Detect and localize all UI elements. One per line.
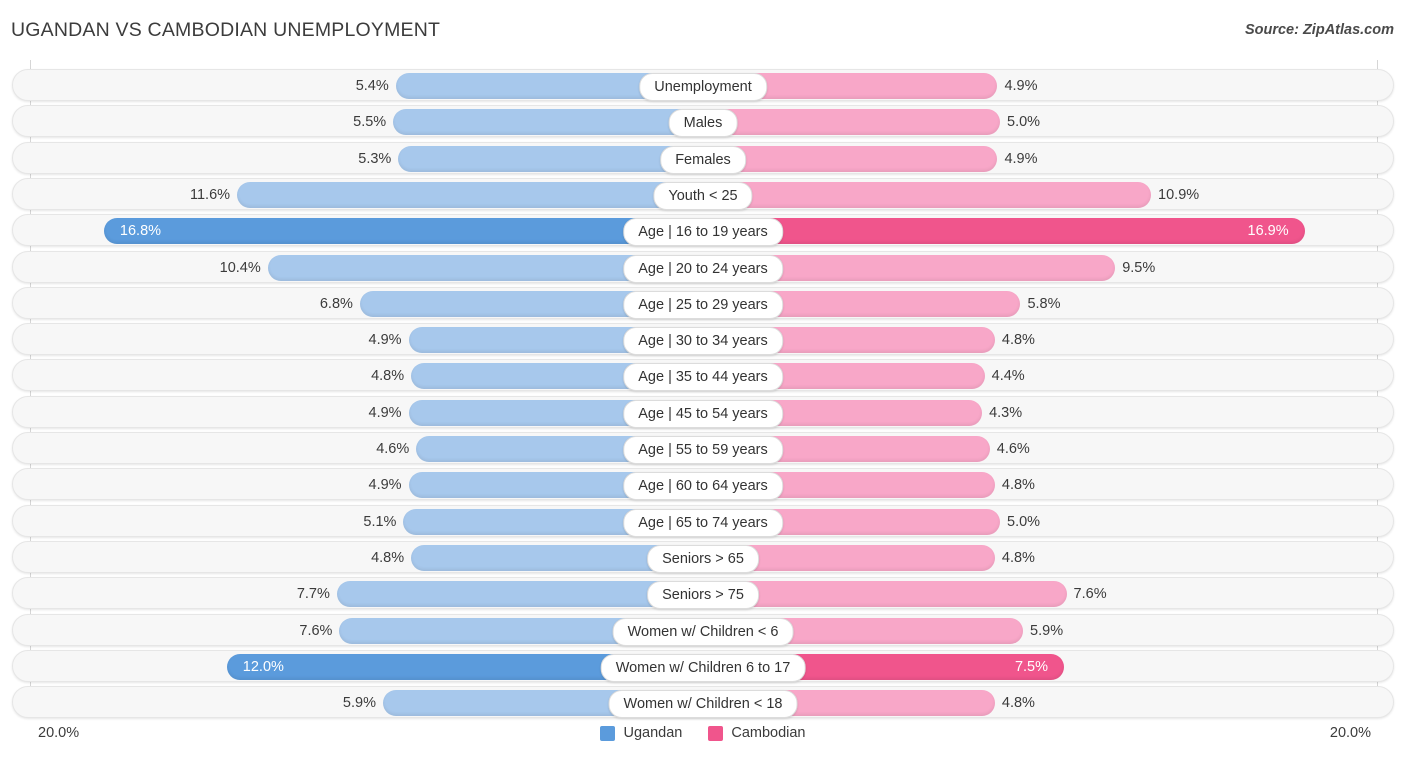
- chart-row: 4.9% 4.3% Age | 45 to 54 years: [12, 395, 1394, 428]
- category-label: Age | 16 to 19 years: [623, 218, 783, 247]
- chart-row: 4.8% 4.8% Seniors > 65: [12, 540, 1394, 573]
- category-label: Females: [660, 145, 746, 174]
- value-label-cambodian: 9.5%: [1122, 259, 1156, 276]
- legend-label: Cambodian: [731, 725, 806, 741]
- category-label: Age | 35 to 44 years: [623, 363, 783, 392]
- source-attribution: Source: ZipAtlas.com: [1244, 22, 1394, 38]
- bar-ugandan: [237, 181, 702, 208]
- chart-plot-area: 5.4% 4.9% Unemployment 5.5% 5.0% Males 5.3% 4.9…: [0, 60, 1406, 719]
- category-label: Age | 55 to 59 years: [623, 436, 783, 464]
- value-label-cambodian: 5.0%: [1007, 114, 1041, 131]
- bar-cambodian: [704, 145, 998, 172]
- chart-row: 4.9% 4.8% Age | 60 to 64 years: [12, 468, 1394, 501]
- value-label-cambodian: 4.8%: [1001, 332, 1035, 349]
- value-label-ugandan: 4.8%: [371, 368, 405, 385]
- chart-row: 5.3% 4.9% Females: [12, 141, 1394, 174]
- value-label-ugandan: 4.9%: [368, 332, 402, 349]
- category-label: Age | 25 to 29 years: [623, 290, 783, 319]
- category-label: Unemployment: [639, 73, 767, 101]
- legend-item-ugandan[interactable]: Ugandan: [600, 725, 682, 741]
- value-label-ugandan: 4.9%: [368, 404, 402, 421]
- chart-row: 5.4% 4.9% Unemployment: [12, 69, 1394, 101]
- legend-swatch-icon: [600, 725, 616, 741]
- chart-footer: 20.0% 20.0% Ugandan Cambodian: [0, 715, 1406, 757]
- chart-row: 16.8% 16.9% Age | 16 to 19 years: [12, 214, 1394, 247]
- chart-row: 5.5% 5.0% Males: [12, 105, 1394, 138]
- chart-row: 5.9% 4.8% Women w/ Children < 18: [12, 686, 1394, 719]
- value-label-ugandan: 4.8%: [371, 549, 405, 566]
- category-label: Seniors > 65: [647, 544, 759, 573]
- chart-row: 5.1% 5.0% Age | 65 to 74 years: [12, 504, 1394, 537]
- value-label-ugandan: 16.8%: [119, 223, 162, 240]
- value-label-ugandan: 7.7%: [296, 586, 330, 603]
- category-label: Age | 20 to 24 years: [623, 254, 783, 283]
- value-label-cambodian: 5.0%: [1007, 513, 1041, 530]
- chart-row: 12.0% 7.5% Women w/ Children 6 to 17: [12, 649, 1394, 682]
- value-label-cambodian: 16.9%: [1247, 223, 1289, 240]
- value-label-cambodian: 4.8%: [1001, 549, 1035, 566]
- value-label-cambodian: 7.5%: [1014, 658, 1048, 675]
- bar-ugandan: [103, 218, 702, 245]
- value-label-ugandan: 7.6%: [299, 622, 333, 639]
- category-label: Age | 45 to 54 years: [623, 399, 783, 428]
- value-label-cambodian: 5.9%: [1030, 622, 1064, 639]
- chart-row: 11.6% 10.9% Youth < 25: [12, 177, 1394, 210]
- value-label-ugandan: 5.5%: [353, 114, 387, 131]
- category-label: Age | 30 to 34 years: [623, 327, 783, 356]
- value-label-cambodian: 4.9%: [1004, 78, 1038, 94]
- value-label-ugandan: 5.3%: [358, 150, 392, 167]
- category-label: Seniors > 75: [647, 581, 759, 610]
- chart-row: 6.8% 5.8% Age | 25 to 29 years: [12, 286, 1394, 319]
- chart-row: 4.6% 4.6% Age | 55 to 59 years: [12, 432, 1394, 464]
- value-label-ugandan: 4.9%: [368, 477, 402, 494]
- value-label-ugandan: 5.4%: [355, 78, 389, 94]
- value-label-cambodian: 10.9%: [1158, 186, 1200, 203]
- value-label-ugandan: 4.6%: [376, 441, 410, 457]
- bar-cambodian: [704, 109, 1000, 136]
- value-label-cambodian: 5.8%: [1027, 295, 1061, 312]
- value-label-ugandan: 6.8%: [319, 295, 353, 312]
- chart-row: 4.9% 4.8% Age | 30 to 34 years: [12, 323, 1394, 356]
- value-label-cambodian: 7.6%: [1073, 586, 1107, 603]
- value-label-cambodian: 4.3%: [989, 404, 1023, 421]
- bar-cambodian: [704, 218, 1305, 245]
- value-label-ugandan: 11.6%: [190, 186, 231, 203]
- category-label: Age | 65 to 74 years: [623, 508, 783, 537]
- bar-cambodian: [704, 181, 1152, 208]
- value-label-cambodian: 4.6%: [996, 441, 1030, 457]
- page-title: UGANDAN VS CAMBODIAN UNEMPLOYMENT: [11, 19, 441, 41]
- legend-label: Ugandan: [623, 725, 683, 741]
- chart-legend: Ugandan Cambodian: [0, 725, 1406, 741]
- value-label-cambodian: 4.9%: [1004, 150, 1038, 167]
- chart-row: 7.7% 7.6% Seniors > 75: [12, 577, 1394, 610]
- category-label: Youth < 25: [653, 181, 753, 210]
- value-label-cambodian: 4.4%: [991, 368, 1025, 385]
- category-label: Women w/ Children 6 to 17: [600, 653, 806, 682]
- value-label-cambodian: 4.8%: [1001, 477, 1035, 494]
- category-label: Women w/ Children < 6: [612, 617, 794, 646]
- category-label: Males: [668, 109, 738, 138]
- chart-header: UGANDAN VS CAMBODIAN UNEMPLOYMENT Source…: [0, 0, 1406, 60]
- bar-ugandan: [393, 109, 702, 136]
- legend-item-cambodian[interactable]: Cambodian: [708, 725, 806, 741]
- legend-swatch-icon: [708, 725, 724, 741]
- chart-row: 7.6% 5.9% Women w/ Children < 6: [12, 613, 1394, 646]
- value-label-ugandan: 12.0%: [242, 658, 284, 675]
- value-label-ugandan: 5.1%: [363, 513, 397, 530]
- value-label-ugandan: 10.4%: [219, 259, 261, 276]
- category-label: Women w/ Children < 18: [608, 690, 798, 719]
- bar-ugandan: [398, 145, 702, 172]
- category-label: Age | 60 to 64 years: [623, 472, 783, 501]
- chart-row: 4.8% 4.4% Age | 35 to 44 years: [12, 359, 1394, 392]
- chart-row: 10.4% 9.5% Age | 20 to 24 years: [12, 250, 1394, 283]
